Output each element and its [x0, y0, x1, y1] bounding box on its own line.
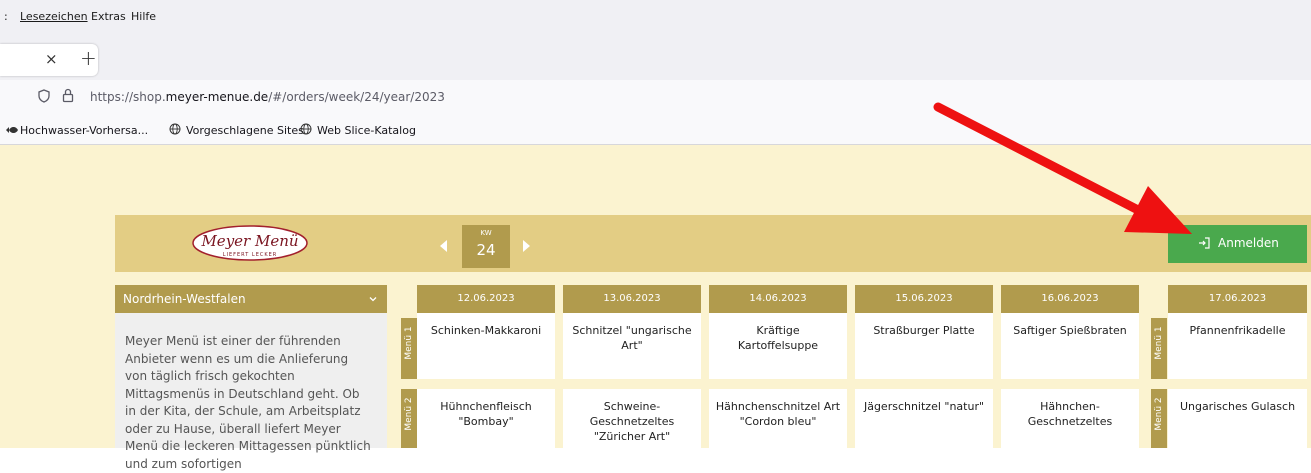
url-path: /#/orders/week/24/year/2023 [268, 90, 445, 104]
dish-name: Schnitzel "ungarische Art" [572, 324, 692, 352]
day-header-2: 14.06.2023 [709, 285, 847, 313]
bookmark-web-slice-katalog[interactable]: Web Slice-Katalog [317, 124, 416, 137]
menu-cell[interactable]: Schnitzel "ungarische Art" [563, 313, 701, 379]
browser-menubar: : Lesezeichen Extras Hilfe [0, 0, 1311, 36]
menu-cell[interactable]: Schweine-Geschnetzeltes "Züricher Art" [563, 389, 701, 448]
tab-strip [0, 36, 1311, 80]
menu-cell[interactable]: Kräftige Kartoffelsuppe [709, 313, 847, 379]
dish-name: Pfannenfrikadelle [1189, 324, 1286, 337]
menu-1-label: Menü 1 [404, 326, 414, 360]
dish-name: Schweine-Geschnetzeltes "Züricher Art" [589, 400, 675, 443]
dish-name: Straßburger Platte [873, 324, 975, 337]
menu-2-label: Menü 2 [404, 397, 414, 431]
day-header-5: 17.06.2023 [1168, 285, 1307, 313]
dish-name: Hähnchenschnitzel Art "Cordon bleu" [715, 400, 841, 428]
url-prefix: https://shop. [90, 90, 166, 104]
day-header-0: 12.06.2023 [417, 285, 555, 313]
globe-icon [300, 123, 312, 135]
dish-name: Ungarisches Gulasch [1179, 400, 1296, 413]
menu-2-tag: Menü 2 [1151, 389, 1167, 448]
region-description: Meyer Menü ist einer der führenden Anbie… [125, 334, 371, 471]
lock-icon[interactable] [62, 88, 74, 103]
region-title: Nordrhein-Westfalen [123, 292, 246, 306]
previous-week-icon[interactable] [440, 240, 447, 252]
new-tab-button[interactable]: + [80, 46, 97, 70]
dish-name: Saftiger Spießbraten [1013, 324, 1127, 337]
url-input[interactable]: https://shop.meyer-menue.de/#/orders/wee… [90, 90, 445, 104]
login-label: Anmelden [1218, 236, 1279, 250]
menu-item-hilfe[interactable]: Hilfe [131, 10, 156, 23]
shield-icon[interactable] [38, 89, 50, 103]
menu-1-tag: Menü 1 [401, 318, 417, 379]
calendar-week-display: KW 24 [462, 225, 510, 268]
menu-cell[interactable]: Hühnchenfleisch "Bombay" [417, 389, 555, 448]
meyer-menue-logo[interactable]: Meyer Menü LIEFERT LECKER [190, 223, 310, 263]
menu-2-label: Menü 2 [1154, 397, 1164, 431]
menu-item-overflow[interactable]: : [4, 10, 8, 23]
globe-icon [169, 123, 181, 135]
menu-cell[interactable]: Jägerschnitzel "natur" [855, 389, 993, 448]
menu-cell[interactable]: Schinken-Makkaroni [417, 313, 555, 379]
region-info-panel: Meyer Menü ist einer der führenden Anbie… [115, 313, 387, 471]
menu-1-tag: Menü 1 [1151, 318, 1167, 379]
dish-name: Hühnchenfleisch "Bombay" [440, 400, 532, 428]
dish-name: Kräftige Kartoffelsuppe [737, 324, 819, 352]
menu-1-label: Menü 1 [1154, 326, 1164, 360]
region-selector[interactable]: Nordrhein-Westfalen [115, 285, 387, 313]
bookmark-hochwasser[interactable]: Hochwasser-Vorhersa... [20, 124, 148, 137]
day-header-4: 16.06.2023 [1001, 285, 1139, 313]
login-icon [1199, 237, 1210, 249]
dish-name: Hähnchen-Geschnetzeltes [1027, 400, 1113, 428]
menu-item-extras[interactable]: Extras [91, 10, 126, 23]
kw-number: 24 [476, 241, 496, 259]
bookmark-vorgeschlagene-sites[interactable]: Vorgeschlagene Sites [186, 124, 304, 137]
dish-name: Schinken-Makkaroni [430, 324, 542, 337]
menu-2-tag: Menü 2 [401, 389, 417, 448]
logo-tagline: LIEFERT LECKER [223, 252, 278, 258]
chevron-down-icon [369, 297, 377, 302]
day-header-3: 15.06.2023 [855, 285, 993, 313]
logo-text: Meyer Menü [200, 232, 298, 250]
menu-cell[interactable]: Pfannenfrikadelle [1168, 313, 1307, 379]
kw-label: KW [480, 229, 492, 237]
menu-item-lesezeichen[interactable]: Lesezeichen [20, 10, 88, 23]
url-domain: meyer-menue.de [165, 90, 269, 104]
close-tab-icon[interactable]: × [45, 50, 58, 68]
day-header-1: 13.06.2023 [563, 285, 701, 313]
menu-cell[interactable]: Ungarisches Gulasch [1168, 389, 1307, 448]
menu-cell[interactable]: Hähnchen-Geschnetzeltes [1001, 389, 1139, 448]
menu-cell[interactable]: Straßburger Platte [855, 313, 993, 379]
fish-icon [6, 127, 18, 133]
menu-cell[interactable]: Saftiger Spießbraten [1001, 313, 1139, 379]
next-week-icon[interactable] [523, 240, 530, 252]
login-button[interactable]: Anmelden [1168, 225, 1307, 263]
dish-name: Jägerschnitzel "natur" [863, 400, 985, 413]
menu-cell[interactable]: Hähnchenschnitzel Art "Cordon bleu" [709, 389, 847, 448]
